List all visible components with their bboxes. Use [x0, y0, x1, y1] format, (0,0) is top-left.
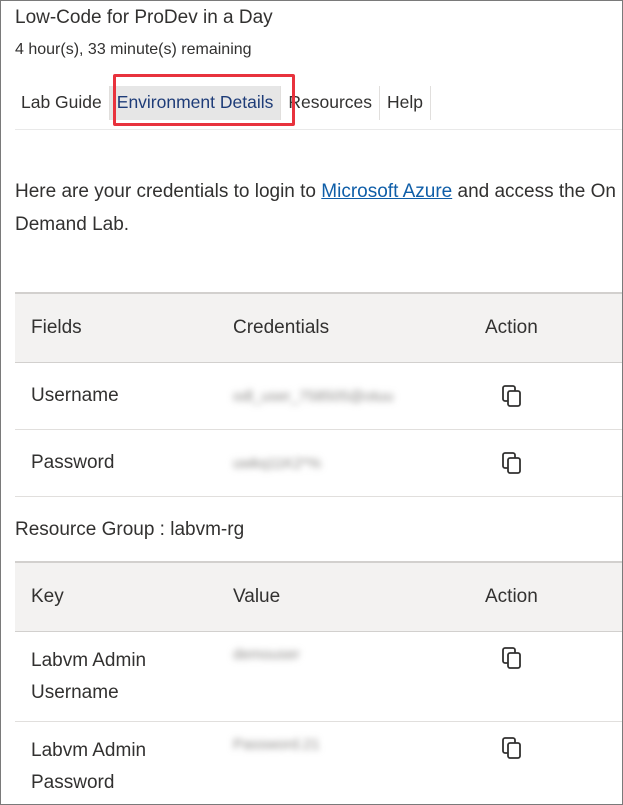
key-line-2: Username — [31, 681, 119, 703]
lab-title: Low-Code for ProDev in a Day — [15, 7, 273, 28]
tabs-divider — [15, 129, 622, 130]
header-action: Action — [469, 561, 622, 632]
key-line-2: Password — [31, 771, 115, 793]
password-value: uwkq11K2*% — [233, 455, 322, 472]
intro-text-before: Here are your credentials to login to — [15, 181, 322, 202]
table-row: Username odl_user_758505@otuu — [15, 362, 622, 430]
header-fields: Fields — [15, 292, 217, 363]
admin-username-value: demouser — [233, 646, 300, 663]
intro-text: Here are your credentials to login to Mi… — [15, 175, 622, 241]
labvm-admin-password-key: Labvm Admin Password — [15, 721, 217, 804]
field-password-label: Password — [15, 429, 217, 497]
table-header-row: Key Value Action — [15, 561, 622, 632]
key-line-1: Labvm Admin — [31, 739, 147, 761]
tab-bar: Lab Guide Environment Details Resources … — [15, 86, 432, 120]
copy-icon[interactable] — [501, 451, 523, 475]
header-credentials: Credentials — [217, 292, 469, 363]
header-action: Action — [469, 292, 622, 363]
table-header-row: Fields Credentials Action — [15, 292, 622, 363]
resource-group-label: Resource Group : labvm-rg — [15, 519, 245, 540]
copy-icon[interactable] — [501, 736, 523, 760]
admin-password-value: Password.21 — [233, 736, 320, 753]
field-username-label: Username — [15, 362, 217, 430]
lab-panel: Low-Code for ProDev in a Day 4 hour(s), … — [0, 0, 623, 805]
resource-table: Key Value Action Labvm Admin Username de… — [15, 561, 622, 804]
header-value: Value — [217, 561, 469, 632]
copy-icon[interactable] — [501, 384, 523, 408]
microsoft-azure-link[interactable]: Microsoft Azure — [321, 181, 452, 202]
tab-resources[interactable]: Resources — [281, 86, 381, 120]
copy-icon[interactable] — [501, 646, 523, 670]
labvm-admin-username-key: Labvm Admin Username — [15, 631, 217, 722]
table-row: Labvm Admin Username demouser — [15, 631, 622, 722]
tab-help[interactable]: Help — [380, 86, 432, 120]
header-key: Key — [15, 561, 217, 632]
credentials-table: Fields Credentials Action Username odl_u… — [15, 292, 622, 497]
key-line-1: Labvm Admin — [31, 649, 147, 671]
time-remaining: 4 hour(s), 33 minute(s) remaining — [15, 41, 252, 58]
table-row: Password uwkq11K2*% — [15, 429, 622, 497]
tab-environment-details[interactable]: Environment Details — [109, 86, 282, 120]
tab-lab-guide[interactable]: Lab Guide — [15, 86, 110, 120]
table-row: Labvm Admin Password Password.21 — [15, 721, 622, 804]
username-value: odl_user_758505@otuu — [233, 388, 394, 405]
